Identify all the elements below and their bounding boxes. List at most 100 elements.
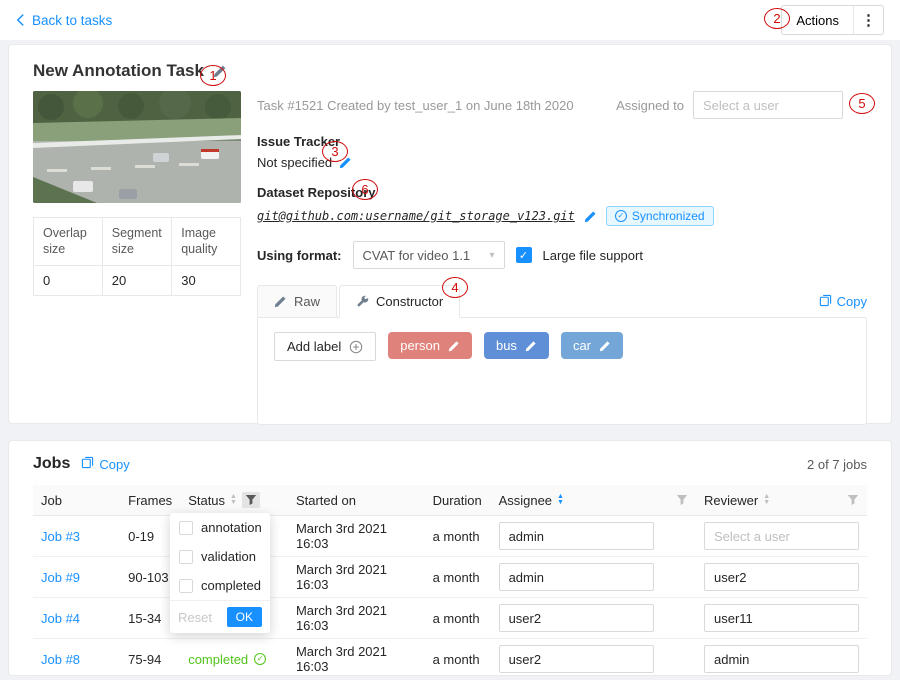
copy-icon — [819, 294, 832, 310]
column-duration: Duration — [425, 485, 491, 516]
frames-cell: 75-94 — [120, 639, 180, 680]
duration-cell: a month — [425, 557, 491, 598]
edit-label-icon[interactable] — [448, 340, 460, 352]
table-row: Job #3 0-19 March 3rd 2021 16:03 a month — [33, 516, 867, 557]
param-value-overlap: 0 — [34, 265, 103, 295]
dataset-repository-label: Dataset Repository — [257, 185, 867, 200]
filter-option-label: validation — [201, 549, 256, 564]
add-label-text: Add label — [287, 339, 341, 354]
issue-tracker-label: Issue Tracker — [257, 134, 867, 149]
task-meta-text: Task #1521 Created by test_user_1 on Jun… — [257, 98, 574, 113]
sort-icon[interactable]: ▲▼ — [557, 494, 564, 506]
status-cell: completed ✓ — [188, 652, 266, 667]
reviewer-input[interactable] — [704, 522, 859, 550]
annotation-circle-6: 6 — [352, 179, 378, 200]
check-circle-icon: ✓ — [254, 653, 266, 665]
sync-status-badge: ✓ Synchronized — [606, 206, 714, 226]
task-parameters-table: Overlap size Segment size Image quality … — [33, 217, 241, 296]
labels-copy-label: Copy — [837, 294, 867, 309]
label-chip-person-name: person — [400, 338, 440, 353]
column-job: Job — [33, 485, 120, 516]
pencil-icon — [274, 295, 287, 308]
annotation-circle-3: 3 — [322, 141, 348, 162]
status-filter-dropdown: annotation validation completed Reset OK — [170, 513, 270, 633]
jobs-table: Job Frames Status ▲▼ Started on Duration — [33, 485, 867, 680]
column-frames: Frames — [120, 485, 180, 516]
filter-option-label: completed — [201, 578, 261, 593]
jobs-copy-button[interactable]: Copy — [81, 456, 129, 472]
filter-option-annotation[interactable]: annotation — [170, 513, 270, 542]
edit-label-icon[interactable] — [525, 340, 537, 352]
assignee-input[interactable] — [499, 563, 654, 591]
started-cell: March 3rd 2021 16:03 — [288, 557, 425, 598]
reviewer-filter-icon[interactable] — [847, 494, 859, 506]
sync-check-icon: ✓ — [615, 210, 627, 222]
param-header-quality: Image quality — [172, 218, 241, 266]
checkbox-icon[interactable] — [179, 579, 193, 593]
filter-reset-button[interactable]: Reset — [178, 610, 212, 625]
column-status[interactable]: Status ▲▼ — [180, 485, 288, 516]
jobs-count: 2 of 7 jobs — [807, 457, 867, 472]
tab-raw-label: Raw — [294, 294, 320, 309]
chevron-down-icon: ▾ — [489, 250, 494, 261]
table-row: Job #8 75-94 completed ✓ March 3rd 2021 … — [33, 639, 867, 680]
checkbox-icon[interactable] — [179, 521, 193, 535]
param-header-overlap: Overlap size — [34, 218, 103, 266]
add-label-button[interactable]: Add label — [274, 332, 376, 361]
job-link[interactable]: Job #4 — [41, 611, 80, 626]
actions-button[interactable]: Actions — [782, 6, 853, 34]
status-filter-icon[interactable] — [242, 492, 260, 508]
assignee-filter-icon[interactable] — [676, 494, 688, 506]
table-row: Job #9 90-103 March 3rd 2021 16:03 a mon… — [33, 557, 867, 598]
task-details-card: New Annotation Task — [8, 44, 892, 424]
job-link[interactable]: Job #3 — [41, 529, 80, 544]
label-chip-bus[interactable]: bus — [484, 332, 549, 359]
tab-raw[interactable]: Raw — [257, 285, 337, 318]
label-chip-person[interactable]: person — [388, 332, 472, 359]
assignee-input[interactable] — [499, 604, 654, 632]
assignee-input[interactable] — [499, 522, 654, 550]
label-chip-car-name: car — [573, 338, 591, 353]
started-cell: March 3rd 2021 16:03 — [288, 516, 425, 557]
labels-editor: Raw Constructor Copy — [257, 285, 867, 425]
job-link[interactable]: Job #8 — [41, 652, 80, 667]
sync-badge-label: Synchronized — [632, 209, 705, 223]
reviewer-input[interactable] — [704, 604, 859, 632]
duration-cell: a month — [425, 598, 491, 639]
param-header-segment: Segment size — [102, 218, 171, 266]
column-reviewer[interactable]: Reviewer ▲▼ — [696, 485, 867, 516]
reviewer-input[interactable] — [704, 563, 859, 591]
assigned-to-input[interactable] — [693, 91, 843, 119]
sort-icon[interactable]: ▲▼ — [763, 494, 770, 506]
param-value-segment: 20 — [102, 265, 171, 295]
assigned-to-label: Assigned to — [616, 98, 684, 113]
sort-icon[interactable]: ▲▼ — [230, 494, 237, 506]
filter-option-validation[interactable]: validation — [170, 542, 270, 571]
jobs-title: Jobs — [33, 455, 70, 473]
labels-copy-button[interactable]: Copy — [819, 294, 867, 310]
annotation-circle-4: 4 — [442, 277, 468, 298]
large-file-checkbox[interactable]: ✓ — [516, 247, 532, 263]
job-link[interactable]: Job #9 — [41, 570, 80, 585]
started-cell: March 3rd 2021 16:03 — [288, 639, 425, 680]
column-assignee[interactable]: Assignee ▲▼ — [491, 485, 696, 516]
label-chip-car[interactable]: car — [561, 332, 623, 359]
edit-label-icon[interactable] — [599, 340, 611, 352]
kebab-icon: ⋮ — [861, 11, 876, 29]
column-started: Started on — [288, 485, 425, 516]
filter-option-completed[interactable]: completed — [170, 571, 270, 600]
filter-ok-button[interactable]: OK — [227, 607, 262, 627]
format-select-value: CVAT for video 1.1 — [363, 248, 471, 263]
issue-tracker-value: Not specified — [257, 155, 332, 170]
edit-repository-icon[interactable] — [584, 210, 597, 223]
tab-constructor-label: Constructor — [376, 294, 443, 309]
actions-split-button: Actions ⋮ — [781, 5, 884, 35]
back-to-tasks-link[interactable]: Back to tasks — [16, 13, 112, 28]
back-to-tasks-label: Back to tasks — [32, 13, 112, 28]
duration-cell: a month — [425, 516, 491, 557]
actions-menu-button[interactable]: ⋮ — [853, 6, 883, 34]
plus-circle-icon — [349, 340, 363, 354]
checkbox-icon[interactable] — [179, 550, 193, 564]
format-select[interactable]: CVAT for video 1.1 ▾ — [353, 241, 505, 269]
table-row: Job #4 15-34 March 3rd 2021 16:03 a mont… — [33, 598, 867, 639]
